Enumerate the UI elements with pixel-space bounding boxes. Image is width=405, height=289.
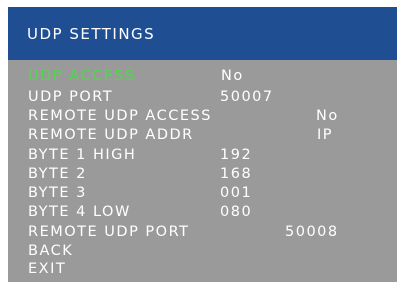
menu-item-udp-port[interactable]: UDP PORT 50007 xyxy=(28,88,388,106)
menu-item-value: 50008 xyxy=(285,224,339,240)
menu-item-remote-udp-port[interactable]: REMOTE UDP PORT 50008 xyxy=(28,223,388,241)
menu-item-exit[interactable]: EXIT xyxy=(28,260,388,278)
menu-item-byte-3[interactable]: BYTE 3 001 xyxy=(28,184,388,202)
menu-item-value: 50007 xyxy=(220,89,274,105)
menu-item-label: REMOTE UDP ADDR xyxy=(28,127,194,143)
menu-item-label: REMOTE UDP ACCESS xyxy=(28,108,212,124)
title-bar: UDP SETTINGS xyxy=(8,7,397,60)
menu-item-value: 192 xyxy=(220,147,253,163)
menu-item-label: BYTE 1 HIGH xyxy=(28,147,137,163)
menu-item-value: IP xyxy=(317,127,334,143)
menu-item-label: BACK xyxy=(28,243,74,259)
menu-item-remote-udp-access[interactable]: REMOTE UDP ACCESS No xyxy=(28,107,388,125)
menu-item-label: REMOTE UDP PORT xyxy=(28,224,190,240)
menu-item-label: UDP PORT xyxy=(28,89,114,105)
menu-item-label: UDP ACCESS xyxy=(28,68,136,84)
menu-item-byte-2[interactable]: BYTE 2 168 xyxy=(28,165,388,183)
menu-item-value: No xyxy=(316,108,339,124)
menu-title: UDP SETTINGS xyxy=(27,25,156,43)
menu-item-label: EXIT xyxy=(28,261,67,277)
menu-item-value: 001 xyxy=(220,185,253,201)
menu-item-label: BYTE 2 xyxy=(28,166,87,182)
menu-item-remote-udp-addr[interactable]: REMOTE UDP ADDR IP xyxy=(28,126,388,144)
menu-item-udp-access[interactable]: UDP ACCESS No xyxy=(28,67,388,85)
menu-item-byte-4-low[interactable]: BYTE 4 LOW 080 xyxy=(28,203,388,221)
menu-item-label: BYTE 3 xyxy=(28,185,87,201)
menu-item-value: 080 xyxy=(220,204,253,220)
menu-item-byte-1-high[interactable]: BYTE 1 HIGH 192 xyxy=(28,146,388,164)
menu-item-back[interactable]: BACK xyxy=(28,242,388,260)
menu-item-value: 168 xyxy=(220,166,253,182)
menu-item-label: BYTE 4 LOW xyxy=(28,204,131,220)
menu-item-value: No xyxy=(221,68,244,84)
osd-menu-panel: UDP SETTINGS UDP ACCESS No UDP PORT 5000… xyxy=(8,7,397,282)
